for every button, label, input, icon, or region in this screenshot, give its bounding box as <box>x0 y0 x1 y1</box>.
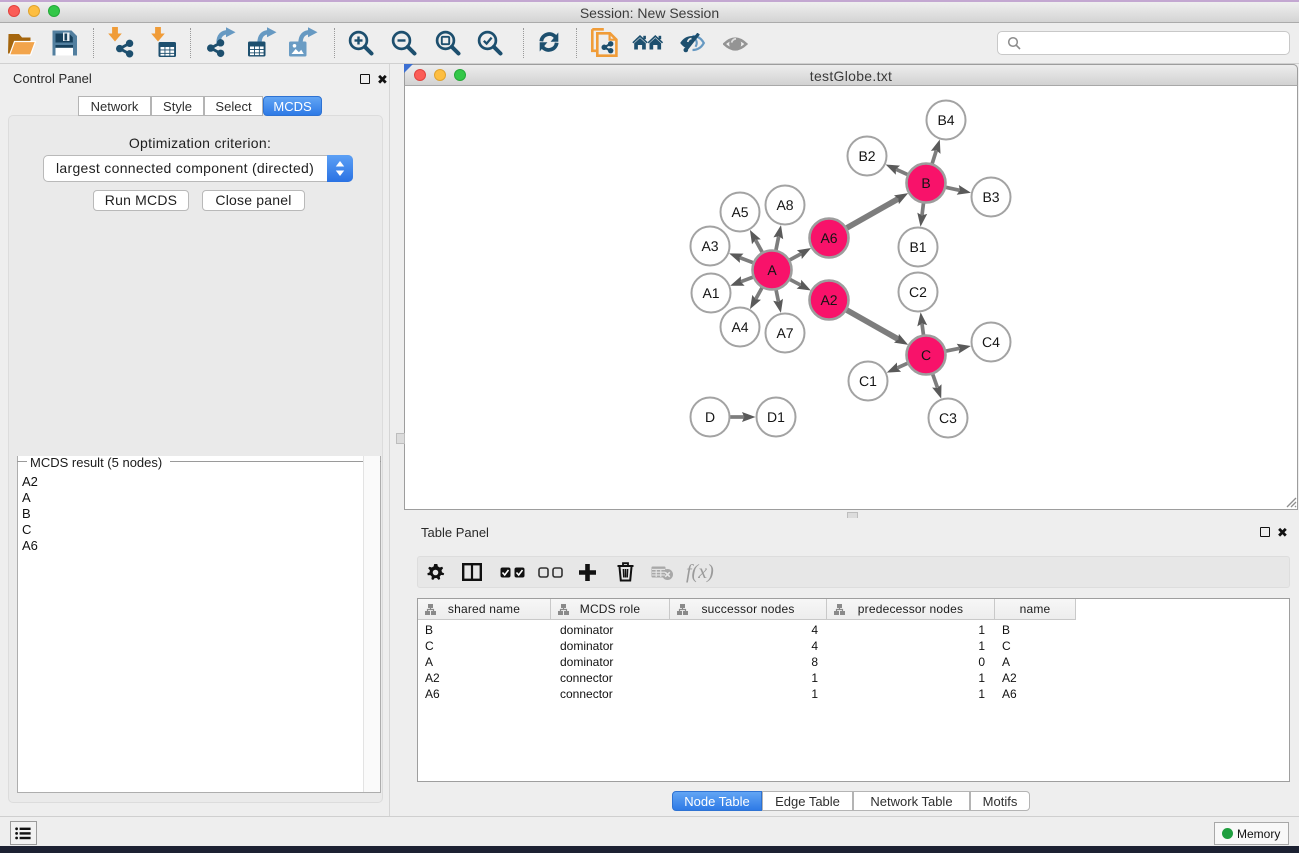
svg-text:D: D <box>705 409 715 425</box>
svg-text:B4: B4 <box>937 112 954 128</box>
svg-text:A: A <box>767 262 777 278</box>
svg-text:A2: A2 <box>820 292 837 308</box>
svg-text:A6: A6 <box>820 230 837 246</box>
svg-text:A8: A8 <box>776 197 793 213</box>
svg-text:A5: A5 <box>731 204 748 220</box>
svg-text:A7: A7 <box>776 325 793 341</box>
svg-text:D1: D1 <box>767 409 785 425</box>
svg-text:A3: A3 <box>701 238 718 254</box>
svg-text:A1: A1 <box>702 285 719 301</box>
svg-text:C4: C4 <box>982 334 1000 350</box>
svg-text:B: B <box>921 175 930 191</box>
svg-text:B2: B2 <box>858 148 875 164</box>
svg-text:A4: A4 <box>731 319 748 335</box>
svg-text:C: C <box>921 347 931 363</box>
svg-text:C3: C3 <box>939 410 957 426</box>
svg-text:C1: C1 <box>859 373 877 389</box>
svg-text:C2: C2 <box>909 284 927 300</box>
svg-text:B3: B3 <box>982 189 999 205</box>
svg-text:B1: B1 <box>909 239 926 255</box>
